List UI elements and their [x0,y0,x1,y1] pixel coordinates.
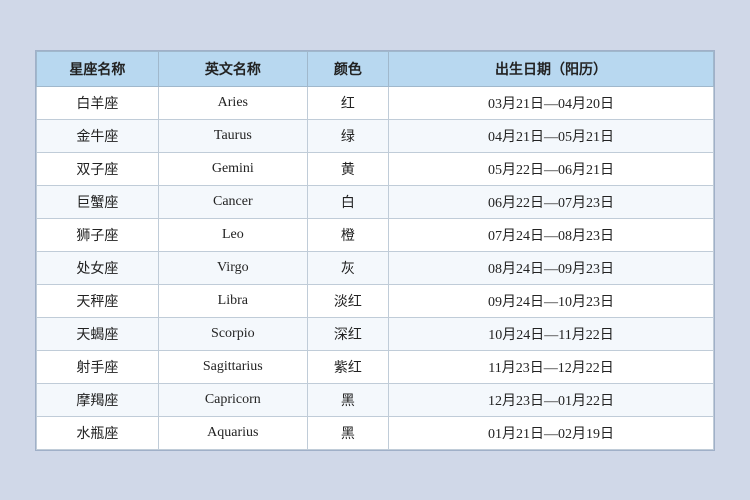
cell-color: 黑 [307,416,388,449]
zodiac-table: 星座名称 英文名称 颜色 出生日期（阳历） 白羊座Aries红03月21日—04… [36,51,714,450]
cell-english: Taurus [158,119,307,152]
cell-english: Aries [158,86,307,119]
cell-color: 深红 [307,317,388,350]
table-row: 处女座Virgo灰08月24日—09月23日 [37,251,714,284]
table-header-row: 星座名称 英文名称 颜色 出生日期（阳历） [37,51,714,86]
cell-date: 09月24日—10月23日 [389,284,714,317]
table-row: 摩羯座Capricorn黑12月23日—01月22日 [37,383,714,416]
cell-date: 04月21日—05月21日 [389,119,714,152]
table-row: 巨蟹座Cancer白06月22日—07月23日 [37,185,714,218]
table-row: 天蝎座Scorpio深红10月24日—11月22日 [37,317,714,350]
cell-chinese: 水瓶座 [37,416,159,449]
cell-date: 12月23日—01月22日 [389,383,714,416]
cell-chinese: 巨蟹座 [37,185,159,218]
cell-chinese: 金牛座 [37,119,159,152]
table-row: 白羊座Aries红03月21日—04月20日 [37,86,714,119]
cell-date: 05月22日—06月21日 [389,152,714,185]
cell-date: 07月24日—08月23日 [389,218,714,251]
cell-color: 紫红 [307,350,388,383]
table-row: 双子座Gemini黄05月22日—06月21日 [37,152,714,185]
cell-color: 黄 [307,152,388,185]
cell-english: Capricorn [158,383,307,416]
cell-date: 10月24日—11月22日 [389,317,714,350]
cell-color: 黑 [307,383,388,416]
cell-chinese: 天秤座 [37,284,159,317]
cell-date: 01月21日—02月19日 [389,416,714,449]
cell-date: 06月22日—07月23日 [389,185,714,218]
cell-english: Aquarius [158,416,307,449]
cell-english: Gemini [158,152,307,185]
cell-color: 灰 [307,251,388,284]
cell-chinese: 天蝎座 [37,317,159,350]
header-chinese: 星座名称 [37,51,159,86]
cell-color: 橙 [307,218,388,251]
cell-color: 淡红 [307,284,388,317]
cell-english: Cancer [158,185,307,218]
zodiac-table-container: 星座名称 英文名称 颜色 出生日期（阳历） 白羊座Aries红03月21日—04… [35,50,715,451]
table-row: 射手座Sagittarius紫红11月23日—12月22日 [37,350,714,383]
header-date: 出生日期（阳历） [389,51,714,86]
table-body: 白羊座Aries红03月21日—04月20日金牛座Taurus绿04月21日—0… [37,86,714,449]
cell-english: Virgo [158,251,307,284]
cell-date: 11月23日—12月22日 [389,350,714,383]
cell-english: Sagittarius [158,350,307,383]
cell-color: 红 [307,86,388,119]
cell-date: 03月21日—04月20日 [389,86,714,119]
cell-chinese: 狮子座 [37,218,159,251]
cell-date: 08月24日—09月23日 [389,251,714,284]
cell-english: Libra [158,284,307,317]
header-english: 英文名称 [158,51,307,86]
cell-chinese: 白羊座 [37,86,159,119]
table-row: 狮子座Leo橙07月24日—08月23日 [37,218,714,251]
cell-chinese: 射手座 [37,350,159,383]
header-color: 颜色 [307,51,388,86]
table-row: 水瓶座Aquarius黑01月21日—02月19日 [37,416,714,449]
cell-chinese: 摩羯座 [37,383,159,416]
cell-chinese: 处女座 [37,251,159,284]
cell-english: Leo [158,218,307,251]
table-row: 金牛座Taurus绿04月21日—05月21日 [37,119,714,152]
cell-color: 白 [307,185,388,218]
cell-color: 绿 [307,119,388,152]
cell-english: Scorpio [158,317,307,350]
table-row: 天秤座Libra淡红09月24日—10月23日 [37,284,714,317]
cell-chinese: 双子座 [37,152,159,185]
